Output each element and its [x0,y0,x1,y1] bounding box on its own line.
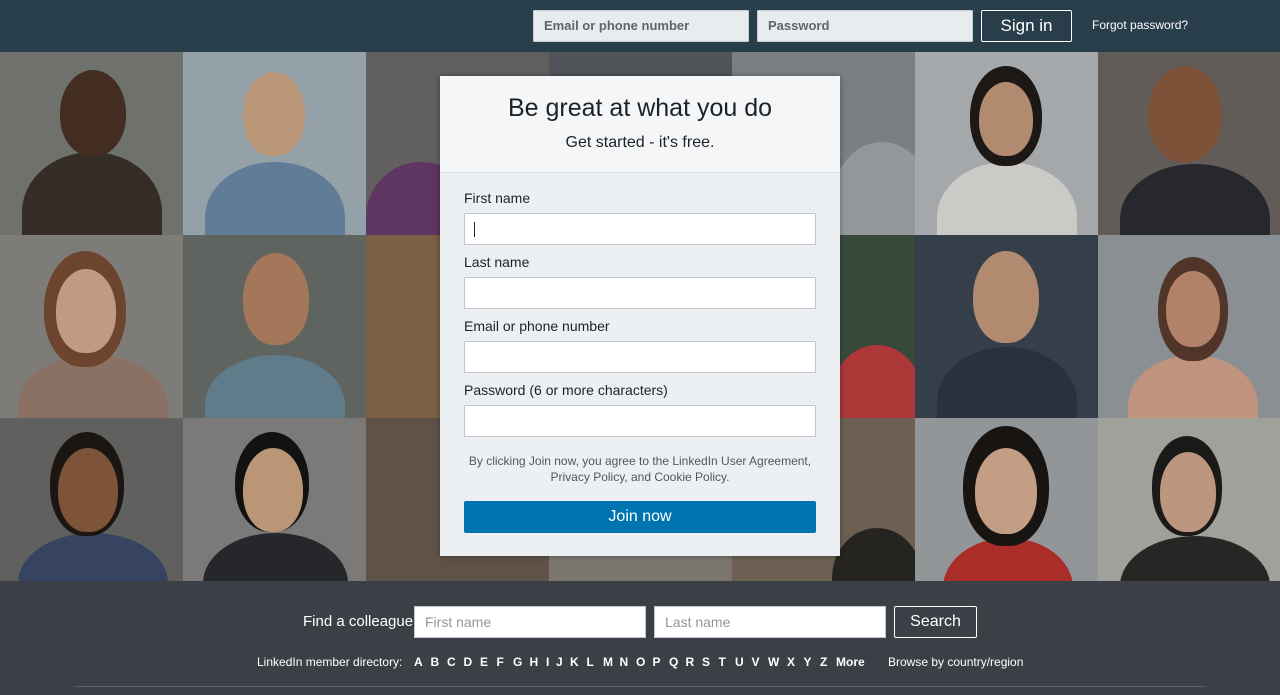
last-name-input[interactable] [464,277,816,309]
member-photo [1098,52,1280,235]
signup-title: Be great at what you do [507,94,773,122]
signup-subtitle: Get started - it's free. [565,134,715,151]
member-photo [183,235,366,418]
member-photo [0,418,183,581]
signup-card: Be great at what you do Get started - it… [440,76,840,556]
directory-letter-link[interactable]: N [620,655,637,669]
email-label: Email or phone number [464,318,610,334]
member-photo [183,52,366,235]
first-name-label: First name [464,190,531,206]
last-name-label: Last name [464,254,530,270]
directory-letter-list: A B C D E F G H I J K L M N O P Q R S T … [414,655,837,669]
directory-letter-link[interactable]: U [735,655,752,669]
directory-letter-link[interactable]: Z [820,655,837,669]
member-photo [183,418,366,581]
directory-letter-link[interactable]: X [787,655,804,669]
directory-letter-link[interactable]: T [719,655,736,669]
login-password-input[interactable]: Password [757,10,973,42]
member-photo [0,235,183,418]
find-colleague-label: Find a colleague [303,613,414,630]
colleague-last-name-input[interactable]: Last name [654,606,886,638]
signup-card-header: Be great at what you do Get started - it… [440,76,840,173]
member-photo [915,52,1098,235]
directory-letter-link[interactable]: V [752,655,769,669]
directory-letter-link[interactable]: P [653,655,670,669]
directory-letter-link[interactable]: J [556,655,570,669]
member-photo [0,52,183,235]
email-input[interactable] [464,341,816,373]
join-now-button[interactable]: Join now [464,501,816,533]
sign-in-button[interactable]: Sign in [981,10,1072,42]
directory-letter-link[interactable]: O [636,655,653,669]
find-colleague-section: Find a colleague First name Last name Se… [0,581,1280,695]
directory-letter-link[interactable]: A [414,655,431,669]
text-caret [474,222,475,237]
forgot-password-link[interactable]: Forgot password? [1092,18,1188,32]
password-label: Password (6 or more characters) [464,382,668,398]
member-photo [915,418,1098,581]
directory-letter-link[interactable]: K [570,655,587,669]
directory-letter-link[interactable]: F [497,655,514,669]
member-directory-label: LinkedIn member directory: [257,655,403,669]
directory-letter-link[interactable]: H [530,655,547,669]
member-photo [915,235,1098,418]
login-email-input[interactable]: Email or phone number [533,10,749,42]
member-photo [1098,235,1280,418]
legal-notice-line: Privacy Policy, and Cookie Policy. [550,470,730,484]
directory-letter-link[interactable]: G [513,655,530,669]
directory-letter-link[interactable]: M [603,655,620,669]
directory-letter-link[interactable]: Y [804,655,821,669]
directory-letter-link[interactable]: C [447,655,464,669]
directory-letter-link[interactable]: Q [669,655,686,669]
directory-letter-link[interactable]: S [702,655,719,669]
search-button[interactable]: Search [894,606,977,638]
password-input[interactable] [464,405,816,437]
legal-notice-line: By clicking Join now, you agree to the L… [468,454,812,468]
first-name-input[interactable] [464,213,816,245]
footer-divider [75,686,1205,687]
directory-letter-link[interactable]: E [480,655,497,669]
directory-letter-link[interactable]: I [546,655,556,669]
directory-letter-link[interactable]: R [686,655,703,669]
colleague-first-name-input[interactable]: First name [414,606,646,638]
directory-letter-link[interactable]: W [768,655,787,669]
top-navigation-bar: Email or phone number Password Sign in F… [0,0,1280,52]
browse-by-country-link[interactable]: Browse by country/region [888,655,1023,669]
member-photo [1098,418,1280,581]
legal-notice: By clicking Join now, you agree to the L… [460,453,820,485]
directory-letter-link[interactable]: L [587,655,604,669]
directory-more-link[interactable]: More [836,655,865,669]
directory-letter-link[interactable]: B [431,655,448,669]
directory-letter-link[interactable]: D [464,655,481,669]
